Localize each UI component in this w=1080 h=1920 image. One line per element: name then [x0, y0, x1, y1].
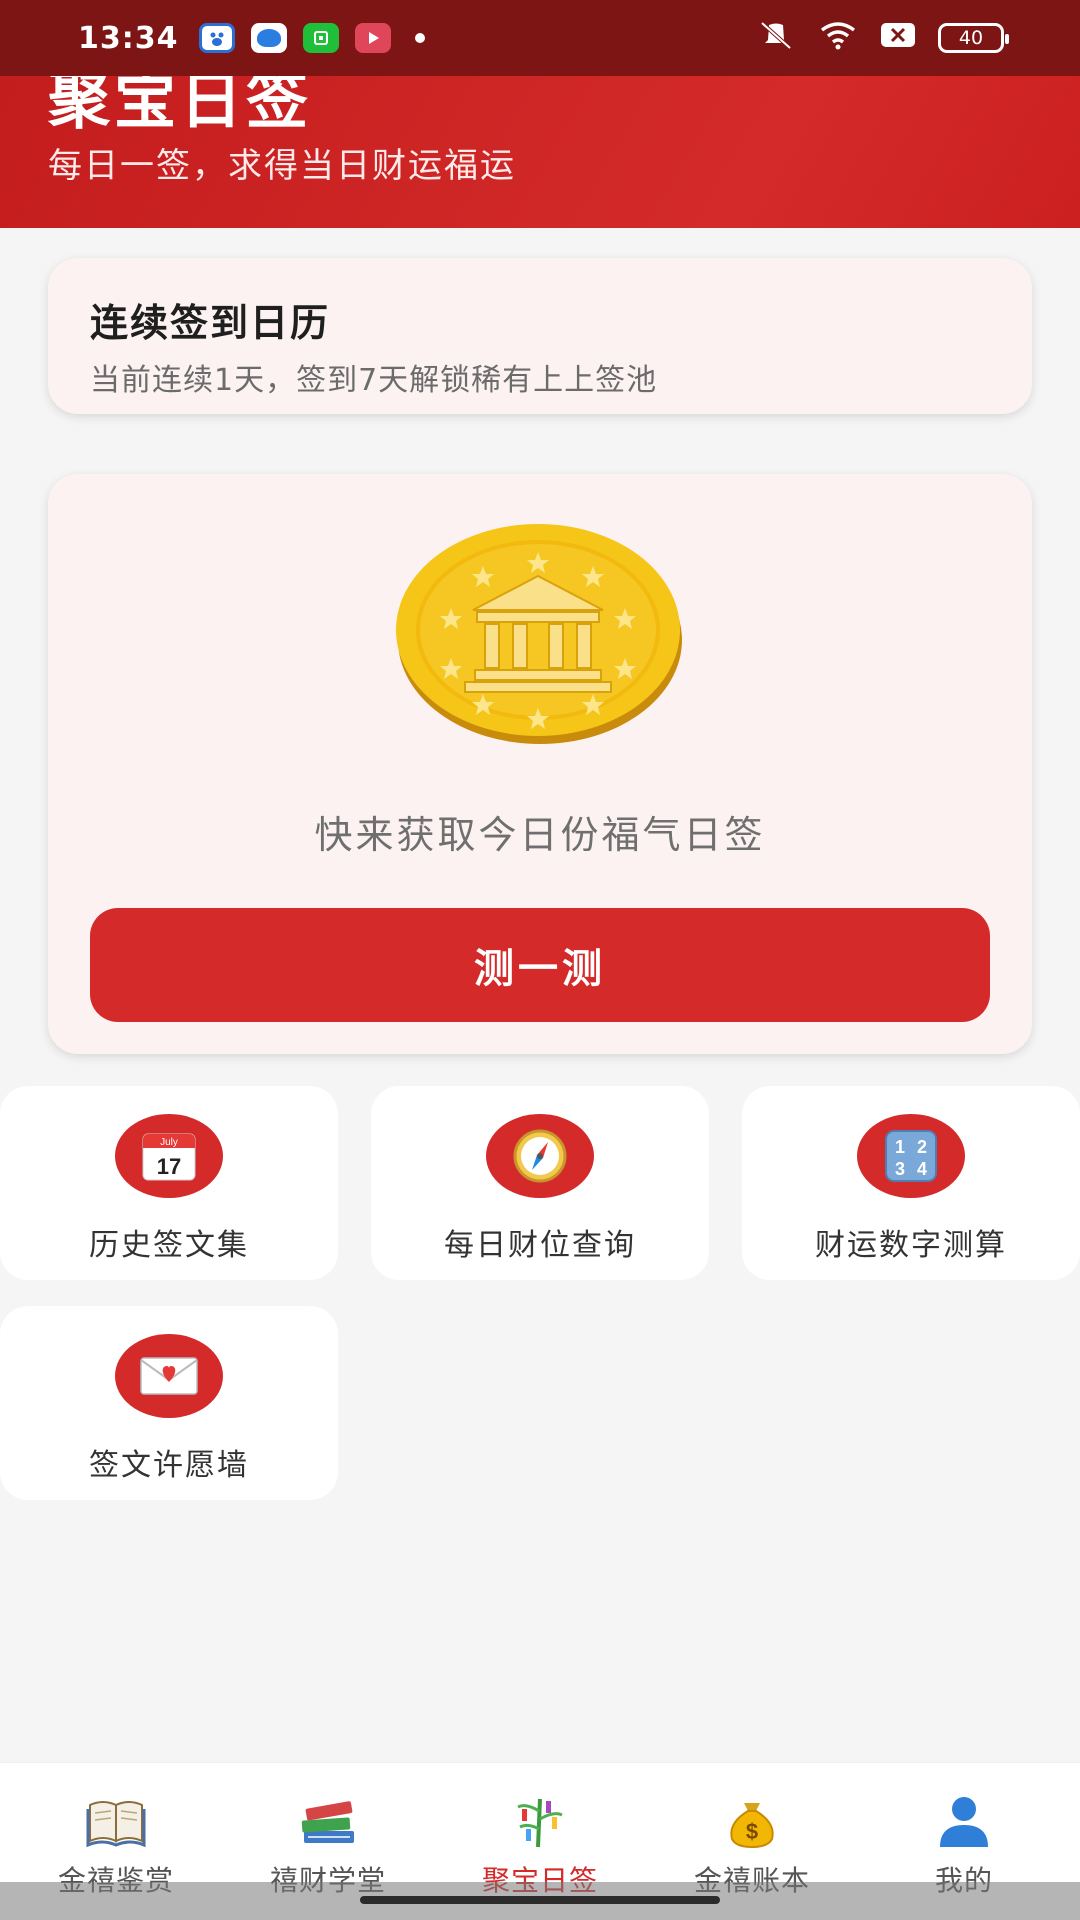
books-stack-icon	[298, 1793, 358, 1849]
video-app-icon	[354, 23, 391, 53]
draw-fortune-button[interactable]: 测一测	[90, 908, 990, 1022]
daily-fortune-prompt: 快来获取今日份福气日签	[314, 813, 766, 857]
svg-text:4: 4	[917, 1159, 927, 1179]
browser-app-icon	[250, 23, 287, 53]
page-header: 聚宝日签 每日一签，求得当日财运福运	[0, 76, 1080, 228]
sign-in-streak-card[interactable]: 连续签到日历 当前连续1天，签到7天解锁稀有上上签池	[48, 258, 1032, 414]
history-fortunes-tile[interactable]: July 17 历史签文集	[0, 1086, 338, 1280]
tile-label: 历史签文集	[89, 1228, 249, 1263]
tanabata-tree-icon	[510, 1793, 570, 1849]
svg-text:2: 2	[917, 1137, 927, 1157]
status-time: 13:34	[78, 20, 179, 56]
love-letter-icon	[115, 1334, 223, 1418]
gold-coin-bank-icon	[393, 508, 687, 748]
status-bar: 13:34 40	[0, 0, 1080, 76]
money-bag-icon: $	[722, 1793, 782, 1849]
lucky-number-tile[interactable]: 1 2 3 4 财运数字测算	[742, 1086, 1080, 1280]
wechat-app-icon	[302, 23, 339, 53]
no-sim-icon	[880, 22, 916, 55]
streak-title: 连续签到日历	[90, 301, 331, 345]
tile-label: 每日财位查询	[444, 1228, 636, 1263]
person-icon	[934, 1793, 994, 1849]
baidu-app-icon	[198, 23, 235, 53]
numbers-icon: 1 2 3 4	[857, 1114, 965, 1198]
home-indicator[interactable]	[360, 1896, 720, 1904]
streak-description: 当前连续1天，签到7天解锁稀有上上签池	[90, 363, 658, 398]
tile-label: 财运数字测算	[815, 1228, 1007, 1263]
wish-wall-tile[interactable]: 签文许愿墙	[0, 1306, 338, 1500]
open-book-icon	[86, 1793, 146, 1849]
status-app-icons	[198, 23, 425, 53]
page-subtitle: 每日一签，求得当日财运福运	[48, 146, 516, 186]
wifi-icon	[818, 20, 858, 57]
app-screen: 13:34 40 聚宝日签 每日一签，求得当日财运福运 连续签到日历 当前连续1…	[0, 0, 1080, 1920]
mute-icon	[756, 20, 796, 57]
calendar-month-text: July	[160, 1137, 178, 1148]
calendar-day-text: 17	[157, 1154, 181, 1179]
svg-text:1: 1	[895, 1137, 905, 1157]
battery-indicator: 40	[938, 23, 1009, 53]
page-title: 聚宝日签	[48, 76, 313, 137]
tile-label: 签文许愿墙	[89, 1448, 249, 1483]
daily-fortune-card: 快来获取今日份福气日签 测一测	[48, 474, 1032, 1054]
notification-dot-icon	[414, 33, 425, 43]
status-system-icons: 40	[756, 20, 1009, 57]
calendar-icon: July 17	[115, 1114, 223, 1198]
svg-text:$: $	[746, 1819, 758, 1844]
daily-wealth-direction-tile[interactable]: 每日财位查询	[371, 1086, 709, 1280]
compass-icon	[486, 1114, 594, 1198]
svg-text:3: 3	[895, 1159, 905, 1179]
